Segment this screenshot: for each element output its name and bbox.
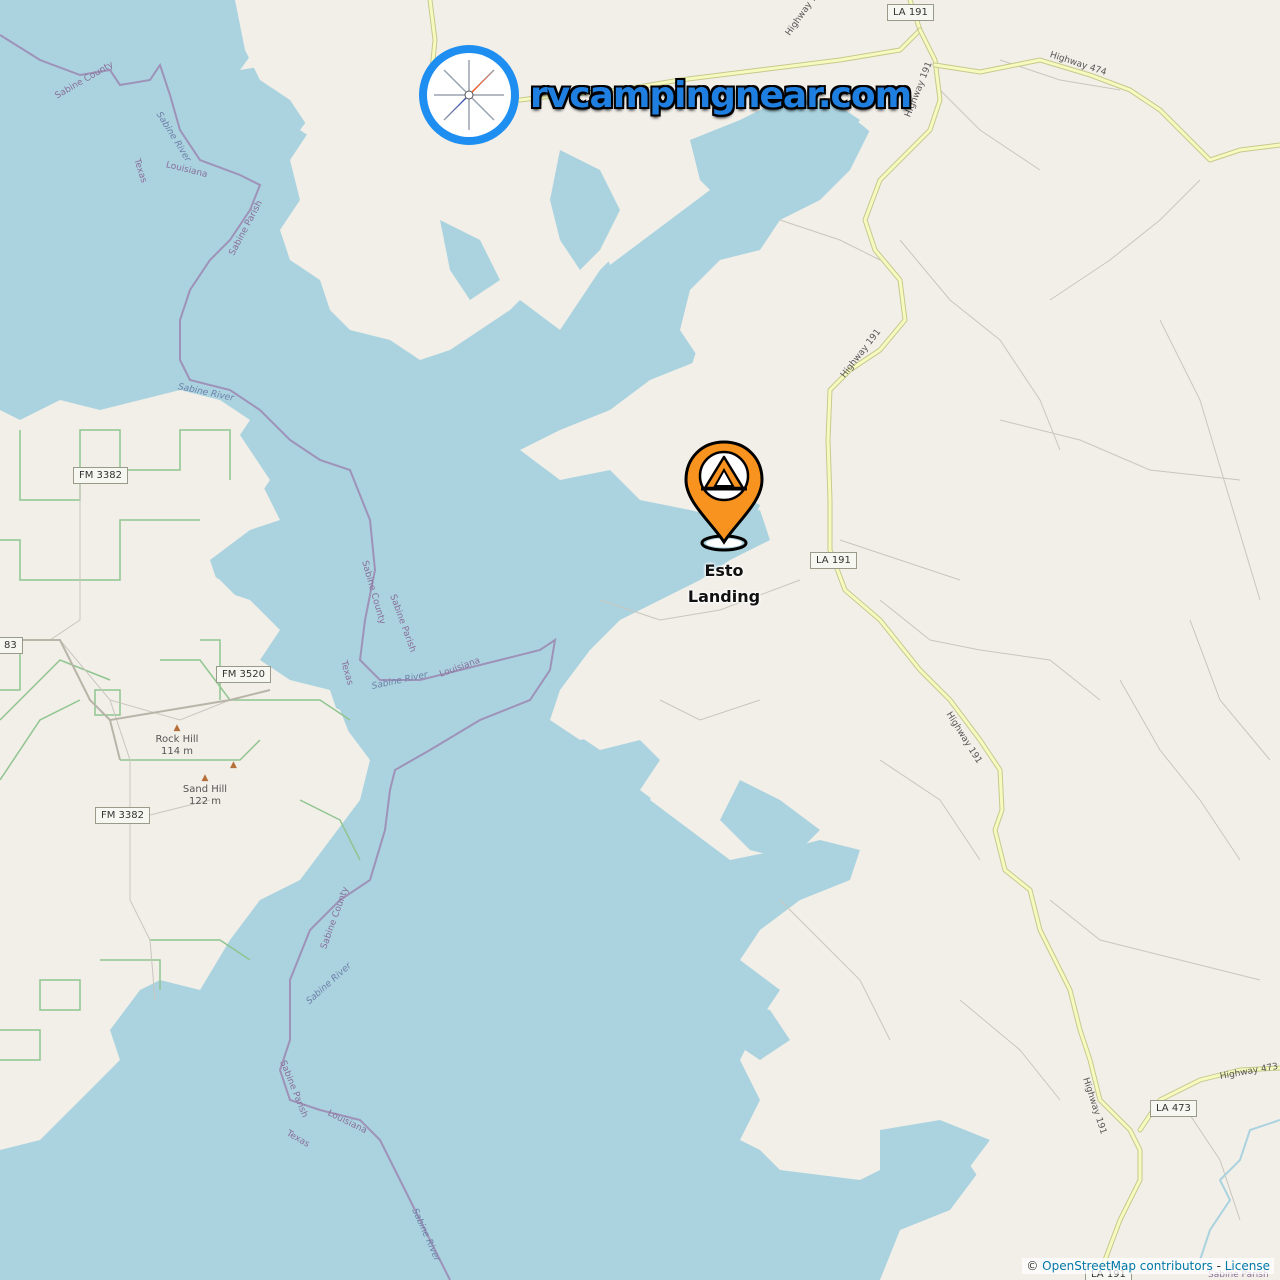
peak-rock-hill: ▲ Rock Hill 114 m (147, 722, 207, 758)
road-shield-la191: LA 191 (810, 552, 857, 569)
compass-icon (419, 45, 519, 145)
attribution-separator: - (1212, 1259, 1225, 1273)
road-shield-fm3382: FM 3382 (73, 467, 129, 484)
peak-elevation: 122 m (188, 796, 221, 807)
road-shield-fm3382: FM 3382 (95, 807, 151, 824)
peak-name: Sand Hill (182, 784, 228, 795)
copyright-symbol: © (1026, 1259, 1039, 1273)
peak-icon: ▲ (201, 773, 209, 783)
site-logo[interactable]: rvcampingnear.com (414, 40, 912, 150)
road-shield-fm3520: FM 3520 (216, 666, 272, 683)
peak-name: Rock Hill (155, 734, 199, 745)
peak-icon: ▲ (230, 760, 237, 770)
road-shield-la473: LA 473 (1150, 1100, 1197, 1117)
marker-label-line1: Esto (704, 561, 744, 580)
osm-link[interactable]: OpenStreetMap contributors (1042, 1259, 1213, 1273)
marker-label: Esto Landing (664, 558, 784, 610)
map-pin-icon (684, 440, 764, 552)
logo-text: rvcampingnear.com (530, 74, 912, 116)
peak-elevation: 114 m (160, 746, 193, 757)
road-shield-83: 83 (0, 637, 23, 654)
road-shield-la191: LA 191 (887, 4, 934, 21)
map-canvas[interactable]: LA 191 LA 191 LA 473 LA 191 FM 3382 FM 3… (0, 0, 1280, 1280)
license-link[interactable]: License (1225, 1259, 1270, 1273)
peak-sand-hill: ▲ Sand Hill 122 m (175, 772, 235, 808)
location-marker[interactable] (683, 440, 765, 559)
marker-label-line2: Landing (687, 587, 761, 606)
map-attribution: © OpenStreetMap contributors - License (1022, 1258, 1274, 1274)
peak-icon: ▲ (173, 723, 181, 733)
